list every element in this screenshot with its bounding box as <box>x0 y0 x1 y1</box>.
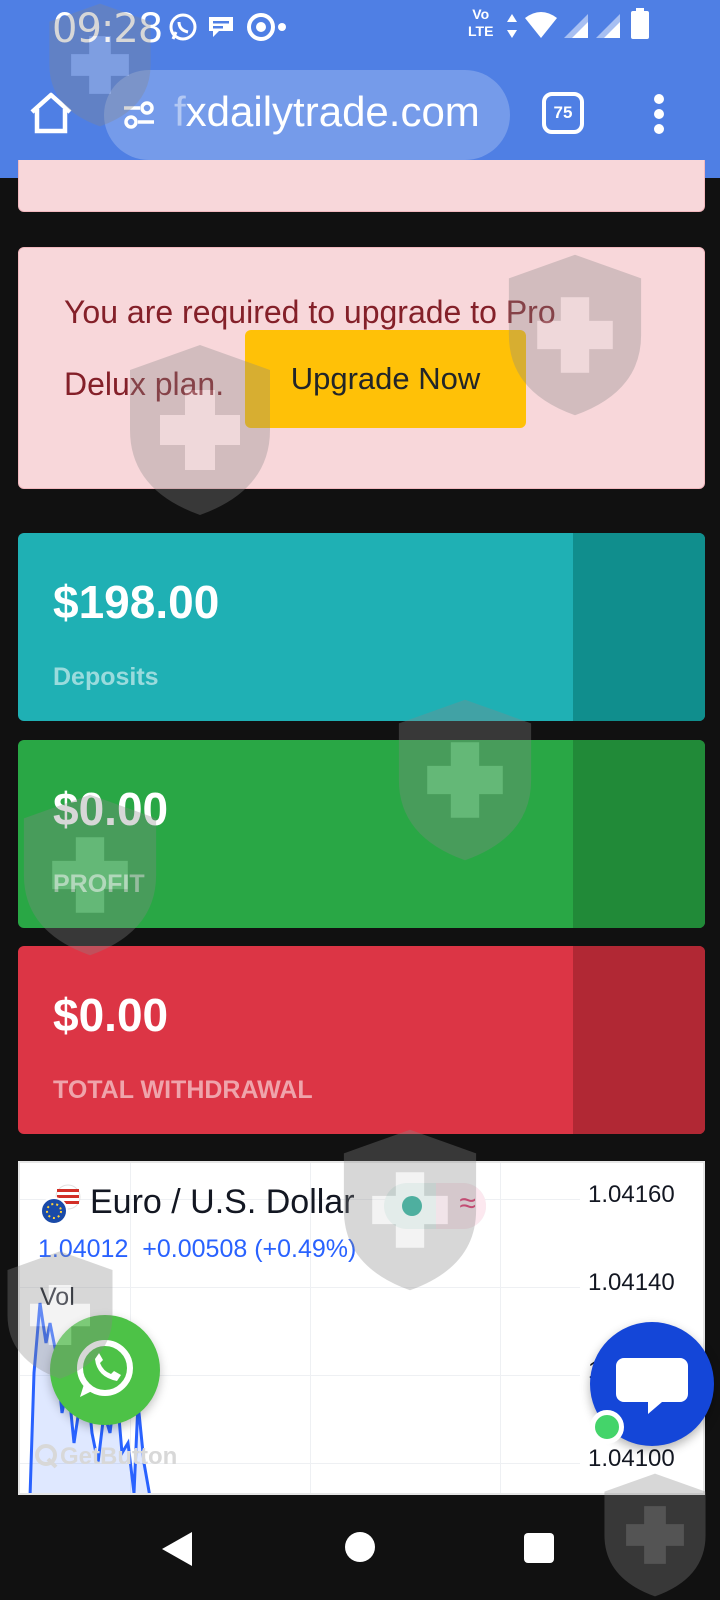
status-bar: 09:28 Vo LTE <box>0 0 720 56</box>
chat-bubble-icon <box>209 17 233 37</box>
last-price: 1.04012 <box>38 1235 129 1263</box>
whatsapp-icon <box>77 1340 133 1397</box>
status-time: 09:28 <box>52 6 163 52</box>
volume-label: Vol <box>40 1283 75 1311</box>
signal-icon <box>596 14 620 38</box>
whatsapp-icon <box>169 13 197 41</box>
battery-icon <box>631 8 649 39</box>
withdrawal-card: $0.00 TOTAL WITHDRAWAL <box>18 946 705 1134</box>
market-status-pill[interactable]: ≈ <box>384 1183 486 1229</box>
home-icon[interactable] <box>28 90 74 136</box>
axis-tick: 1.04160 <box>588 1181 675 1208</box>
getbutton-logo-icon <box>35 1444 58 1469</box>
browser-toolbar: 09:28 Vo LTE fxdailytrade.com 75 <box>0 0 720 178</box>
card-accent-strip <box>573 533 705 721</box>
upgrade-now-button[interactable]: Upgrade Now <box>245 330 526 428</box>
more-vert-icon[interactable] <box>654 94 666 134</box>
url-bar-row: fxdailytrade.com 75 <box>0 66 720 166</box>
deposits-label: Deposits <box>53 663 159 691</box>
eur-usd-flag-icon <box>40 1184 81 1225</box>
whatsapp-button[interactable] <box>50 1315 160 1425</box>
getbutton-text: GetButton <box>60 1443 178 1470</box>
site-settings-icon[interactable] <box>122 98 156 132</box>
home-icon[interactable] <box>345 1532 375 1562</box>
price-line-text: 1.04012 +0.00508 (+0.49%) <box>38 1235 356 1264</box>
network-line-2: LTE <box>468 23 494 39</box>
profit-label: PROFIT <box>53 870 145 898</box>
card-accent-strip <box>573 740 705 928</box>
upgrade-alert: You are required to upgrade to Pro Delux… <box>18 247 705 489</box>
approx-icon: ≈ <box>459 1187 476 1220</box>
url-domain: xdailytrade.com <box>185 88 480 135</box>
pair-name: Euro / U.S. Dollar <box>90 1183 355 1221</box>
url-text: fxdailytrade.com <box>174 88 480 136</box>
chrome-icon <box>247 13 275 41</box>
deposits-amount: $198.00 <box>53 576 220 628</box>
url-faded-text: f <box>174 88 186 135</box>
getbutton-branding[interactable]: GetButton <box>34 1443 177 1471</box>
axis-tick: 1.04140 <box>588 1269 675 1296</box>
tabs-button[interactable]: 75 <box>542 92 584 134</box>
withdrawal-amount: $0.00 <box>53 989 169 1041</box>
dot-icon <box>278 23 286 31</box>
android-nav-bar <box>0 1495 720 1600</box>
deposits-card: $198.00 Deposits <box>18 533 705 721</box>
profit-card: $0.00 PROFIT <box>18 740 705 928</box>
recents-icon[interactable] <box>524 1533 554 1563</box>
address-bar[interactable]: fxdailytrade.com <box>104 70 510 160</box>
network-line-1: Vo <box>472 6 490 22</box>
back-icon[interactable] <box>160 1530 194 1568</box>
network-indicator: Vo LTE <box>468 6 493 40</box>
axis-tick: 1.04100 <box>588 1445 675 1472</box>
withdrawal-label: TOTAL WITHDRAWAL <box>53 1076 313 1104</box>
market-open-dot <box>402 1196 422 1216</box>
card-accent-strip <box>573 946 705 1134</box>
profit-amount: $0.00 <box>53 783 169 835</box>
signal-icon <box>564 14 588 38</box>
wifi-icon <box>525 12 557 38</box>
price-change: +0.00508 (+0.49%) <box>142 1235 357 1263</box>
data-arrows-icon <box>507 14 517 38</box>
online-status-dot <box>590 1410 624 1444</box>
previous-alert <box>18 160 705 212</box>
